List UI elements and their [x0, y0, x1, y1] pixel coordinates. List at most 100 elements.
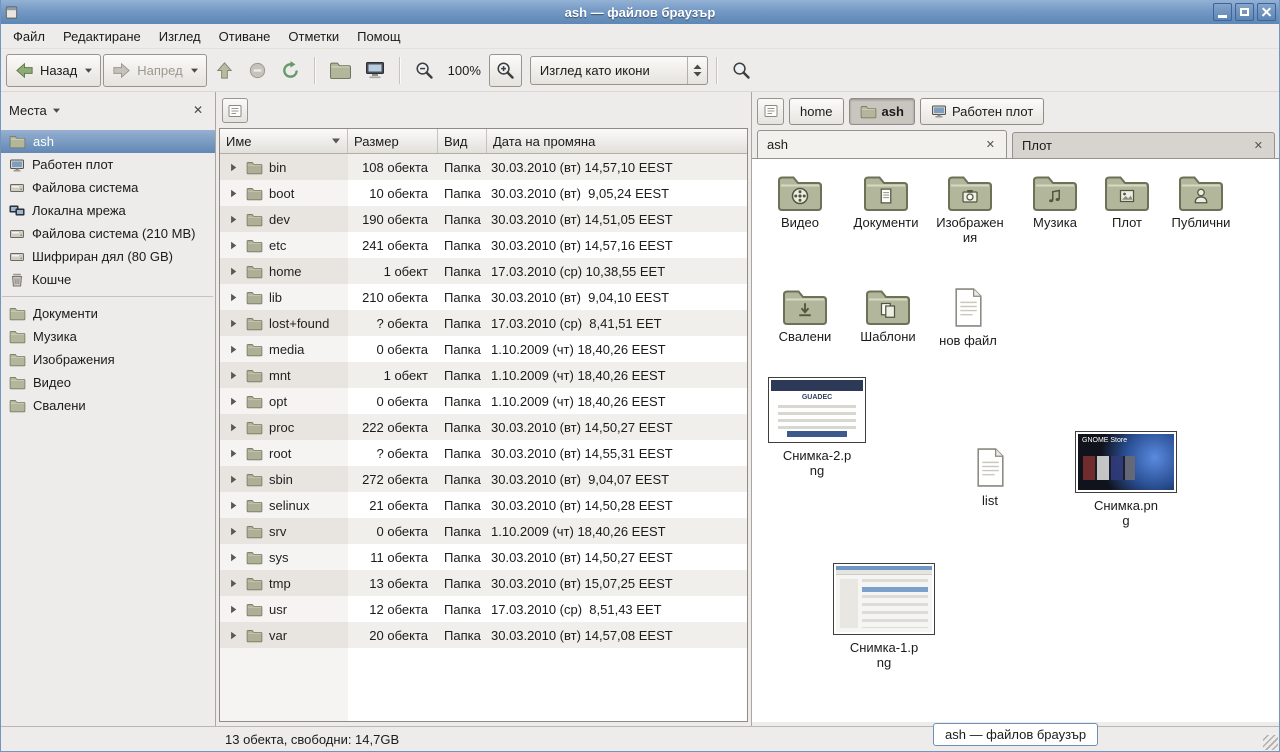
sidebar-title[interactable]: Места	[9, 103, 47, 118]
expander-icon[interactable]	[228, 500, 239, 511]
column-header-size[interactable]: Размер	[348, 129, 438, 153]
path-button-home[interactable]: home	[789, 98, 844, 125]
tree-cell-name[interactable]: lost+found	[220, 310, 348, 336]
file-icon-Музика[interactable]: Музика	[1022, 171, 1088, 231]
file-icon-Документи[interactable]: Документи	[844, 171, 928, 231]
table-row[interactable]: sys11 обектаПапка30.03.2010 (вт) 14,50,2…	[220, 544, 747, 570]
sidebar-item-Шифриран дял (80 GB)[interactable]: Шифриран дял (80 GB)	[0, 245, 215, 268]
tab-ash[interactable]: ash✕	[757, 130, 1007, 158]
column-header-name[interactable]: Име	[220, 129, 348, 153]
table-row[interactable]: selinux21 обектаПапка30.03.2010 (вт) 14,…	[220, 492, 747, 518]
pane-divider[interactable]	[215, 92, 216, 726]
tree-cell-name[interactable]: sys	[220, 544, 348, 570]
file-icon-Снимка-1.png[interactable]: Снимка-1.png	[830, 563, 938, 671]
reload-button[interactable]	[275, 54, 306, 87]
tree-cell-name[interactable]: home	[220, 258, 348, 284]
sidebar-item-Видео[interactable]: Видео	[0, 371, 215, 394]
tree-cell-name[interactable]: bin	[220, 154, 348, 180]
tab-Плот[interactable]: Плот✕	[1012, 132, 1275, 158]
sidebar-item-Музика[interactable]: Музика	[0, 325, 215, 348]
tab-close-icon[interactable]: ✕	[1252, 139, 1265, 152]
expander-icon[interactable]	[228, 448, 239, 459]
table-row[interactable]: opt0 обектаПапка1.10.2009 (чт) 18,40,26 …	[220, 388, 747, 414]
tree-cell-name[interactable]: dev	[220, 206, 348, 232]
table-row[interactable]: root? обектаПапка30.03.2010 (вт) 14,55,3…	[220, 440, 747, 466]
expander-icon[interactable]	[228, 370, 239, 381]
home-button[interactable]	[324, 54, 357, 87]
maximize-button[interactable]	[1235, 3, 1254, 21]
table-row[interactable]: dev190 обектаПапка30.03.2010 (вт) 14,51,…	[220, 206, 747, 232]
table-row[interactable]: mnt1 обектПапка1.10.2009 (чт) 18,40,26 E…	[220, 362, 747, 388]
expander-icon[interactable]	[228, 292, 239, 303]
table-row[interactable]: proc222 обектаПапка30.03.2010 (вт) 14,50…	[220, 414, 747, 440]
expander-icon[interactable]	[228, 214, 239, 225]
table-row[interactable]: tmp13 обектаПапка30.03.2010 (вт) 15,07,2…	[220, 570, 747, 596]
close-button[interactable]	[1257, 3, 1276, 21]
sidebar-item-Файлова система (210 MB)[interactable]: Файлова система (210 MB)	[0, 222, 215, 245]
view-mode-select[interactable]: Изглед като икони	[530, 56, 708, 85]
back-history-icon[interactable]	[84, 67, 93, 74]
tree-cell-name[interactable]: sbin	[220, 466, 348, 492]
path-button-ash[interactable]: ash	[849, 98, 915, 125]
expander-icon[interactable]	[228, 630, 239, 641]
sidebar-item-Изображения[interactable]: Изображения	[0, 348, 215, 371]
minimize-button[interactable]	[1213, 3, 1232, 21]
location-toggle-button[interactable]	[222, 98, 248, 123]
tree-cell-name[interactable]: srv	[220, 518, 348, 544]
tree-cell-name[interactable]: root	[220, 440, 348, 466]
sidebar-item-Документи[interactable]: Документи	[0, 302, 215, 325]
stop-button[interactable]	[242, 54, 273, 87]
menu-Изглед[interactable]: Изглед	[150, 25, 210, 48]
file-icon-нов файл[interactable]: нов файл	[936, 287, 1000, 349]
path-button-Работен плот[interactable]: Работен плот	[920, 98, 1044, 125]
table-row[interactable]: etc241 обектаПапка30.03.2010 (вт) 14,57,…	[220, 232, 747, 258]
table-row[interactable]: sbin272 обектаПапка30.03.2010 (вт) 9,04,…	[220, 466, 747, 492]
search-button[interactable]	[726, 54, 757, 87]
tree-cell-name[interactable]: proc	[220, 414, 348, 440]
table-row[interactable]: home1 обектПапка17.03.2010 (ср) 10,38,55…	[220, 258, 747, 284]
menu-Файл[interactable]: Файл	[4, 25, 54, 48]
computer-button[interactable]	[359, 54, 391, 87]
column-header-type[interactable]: Вид	[438, 129, 487, 153]
table-row[interactable]: usr12 обектаПапка17.03.2010 (ср) 8,51,43…	[220, 596, 747, 622]
tree-cell-name[interactable]: boot	[220, 180, 348, 206]
table-row[interactable]: var20 обектаПапка30.03.2010 (вт) 14,57,0…	[220, 622, 747, 648]
menu-Редактиране[interactable]: Редактиране	[54, 25, 150, 48]
zoom-out-button[interactable]	[409, 54, 440, 87]
expander-icon[interactable]	[228, 474, 239, 485]
expander-icon[interactable]	[228, 422, 239, 433]
chevron-down-icon[interactable]	[52, 107, 61, 114]
expander-icon[interactable]	[228, 552, 239, 563]
table-row[interactable]: srv0 обектаПапка1.10.2009 (чт) 18,40,26 …	[220, 518, 747, 544]
file-icon-Снимка-2.png[interactable]: GUADECСнимка-2.png	[764, 377, 870, 479]
table-row[interactable]: media0 обектаПапка1.10.2009 (чт) 18,40,2…	[220, 336, 747, 362]
tree-cell-name[interactable]: etc	[220, 232, 348, 258]
tree-cell-name[interactable]: opt	[220, 388, 348, 414]
expander-icon[interactable]	[228, 526, 239, 537]
location-toggle-button[interactable]	[757, 98, 784, 125]
back-button[interactable]: Назад	[6, 54, 101, 87]
tree-cell-name[interactable]: tmp	[220, 570, 348, 596]
expander-icon[interactable]	[228, 318, 239, 329]
zoom-in-button[interactable]	[489, 54, 522, 87]
file-icon-Публични[interactable]: Публични	[1164, 171, 1238, 231]
expander-icon[interactable]	[228, 578, 239, 589]
file-icon-Свалени[interactable]: Свалени	[768, 285, 842, 345]
sidebar-item-Кошче[interactable]: Кошче	[0, 268, 215, 291]
table-row[interactable]: bin108 обектаПапка30.03.2010 (вт) 14,57,…	[220, 154, 747, 180]
expander-icon[interactable]	[228, 604, 239, 615]
tree-cell-name[interactable]: var	[220, 622, 348, 648]
sidebar-item-Файлова система[interactable]: Файлова система	[0, 176, 215, 199]
menu-Отметки[interactable]: Отметки	[279, 25, 348, 48]
spinner-arrows-icon[interactable]	[687, 57, 707, 84]
table-row[interactable]: lost+found? обектаПапка17.03.2010 (ср) 8…	[220, 310, 747, 336]
expander-icon[interactable]	[228, 396, 239, 407]
column-header-date[interactable]: Дата на промяна	[487, 129, 747, 153]
tree-cell-name[interactable]: lib	[220, 284, 348, 310]
expander-icon[interactable]	[228, 266, 239, 277]
expander-icon[interactable]	[228, 240, 239, 251]
menu-Отиване[interactable]: Отиване	[210, 25, 280, 48]
forward-history-icon[interactable]	[190, 67, 199, 74]
tree-cell-name[interactable]: media	[220, 336, 348, 362]
titlebar[interactable]: ash — файлов браузър	[0, 0, 1280, 24]
